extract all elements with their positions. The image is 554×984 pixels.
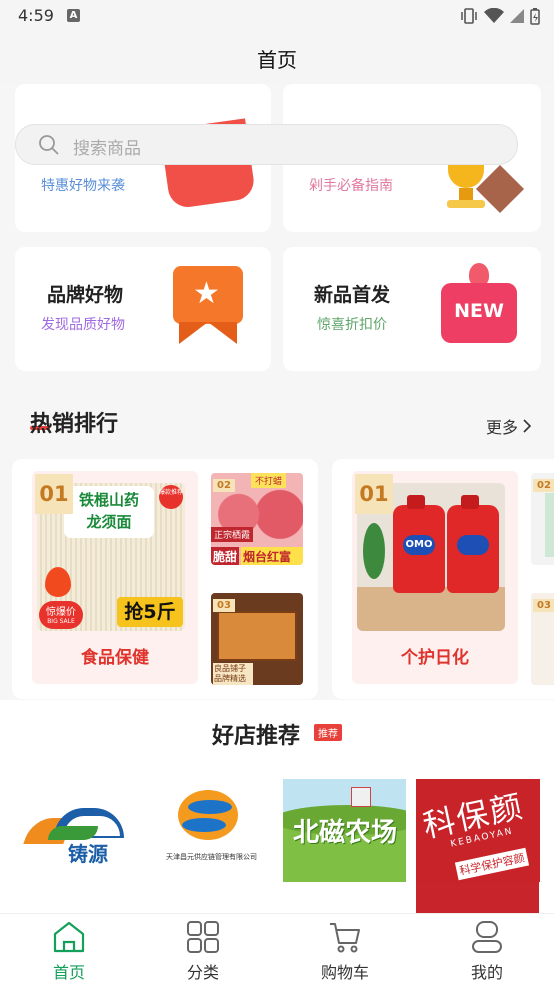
title-bar: 首页 [0,32,554,84]
search-icon [39,135,59,155]
promo-subtitle: 剁手必备指南 [309,178,393,194]
rank-item-apple[interactable]: 02 不打蜡 正宗栖霞 脆甜 烟台红富士 [211,473,303,565]
status-bar: 4:59 A [0,0,554,32]
changyuan-mark [178,790,238,840]
rank-item-3[interactable]: 03 [531,593,554,685]
signal-icon [510,9,524,23]
new-gift-icon: NEW [441,263,517,347]
rank-card-personal-care[interactable]: 01 OMO 个护日化 02 03 [332,459,554,699]
farm-house-icon [351,787,371,807]
rank-main-item[interactable]: 01 铁棍山药 龙须面 爆款推荐 惊爆价 BIG SALE 抢5斤 食品保健 [32,471,198,684]
rank-badge: 02 [213,479,235,492]
caption-b: 烟台红富士 [241,547,303,565]
more-label: 更多 [486,418,519,437]
shop-name: 北磁农场 [293,818,398,848]
promo-subtitle: 特惠好物来袭 [41,178,125,194]
caption-a: 脆甜 [211,547,240,565]
promo-badge: 惊爆价 BIG SALE [39,601,83,629]
hot-tag: 爆款推荐 [159,485,183,509]
shops-title: 好店推荐 [212,724,301,749]
rank-main-item[interactable]: 01 OMO 个护日化 [352,471,518,684]
rank-badge: 01 [35,474,73,514]
zhuyuan-mark [23,808,126,844]
bottom-tab-bar: 首页 分类 购物车 我的 [0,913,554,984]
rank-badge: 02 [533,479,554,492]
status-time: 4:59 [18,6,54,25]
shop-name: 铸源 [68,842,108,866]
notification-a-icon: A [67,9,80,22]
top-tag: 不打蜡 [251,473,287,488]
tab-label: 我的 [470,963,503,982]
rank-badge: 03 [533,599,554,612]
shop-logo-changyuan[interactable]: 天津昌元供应链管理有限公司 [150,780,273,883]
grid-icon [187,921,219,953]
rank-badge: 03 [213,599,235,612]
shops-tag: 推荐 [314,724,342,741]
snack-box-image [217,611,297,661]
tab-home[interactable]: 首页 [0,914,138,984]
shop-name: 天津昌元供应链管理有限公司 [166,853,257,861]
tab-label: 首页 [52,963,85,982]
battery-icon [530,7,540,25]
promo-subtitle: 惊喜折扣价 [317,317,387,333]
hot-section-title: 热销排行 [30,412,119,437]
cart-icon [330,923,360,953]
promo-title: 品牌好物 [47,284,124,306]
more-link[interactable]: 更多 [486,414,532,438]
promo-en: BIG SALE [47,618,75,625]
user-icon [472,921,502,953]
shop-logo-zhuyuan[interactable]: 铸源 [22,780,145,883]
promo-label: 惊爆价 [46,607,76,618]
promo-subtitle: 发现品质好物 [41,317,125,333]
promo-title: 新品首发 [314,284,391,306]
home-icon [53,921,85,953]
rank-category: 个护日化 [401,648,469,668]
rank-card-food[interactable]: 01 铁棍山药 龙须面 爆款推荐 惊爆价 BIG SALE 抢5斤 食品保健 0… [12,459,318,699]
shop-tile-beici[interactable]: 北磁农场 [283,779,406,882]
tab-me[interactable]: 我的 [418,914,554,984]
vibrate-icon [461,8,477,24]
rank-item-2[interactable]: 02 [531,473,554,565]
rank-badge: 01 [355,474,393,514]
bottom-tag: 良品铺子 品牌精选 [213,663,253,685]
product-name: 铁棍山药 龙须面 [78,491,139,531]
tab-cart[interactable]: 购物车 [276,914,414,984]
rank-item-snacks[interactable]: 03 良品铺子 品牌精选 [211,593,303,685]
search-input[interactable]: 搜索商品 [73,134,141,159]
tab-label: 分类 [186,963,219,982]
status-icons [460,7,540,25]
left-tag: 正宗栖霞 [211,527,254,542]
shop-slogan: 科学保护容颜 [454,847,530,881]
wifi-icon [484,8,504,23]
promo-card-new[interactable]: 新品首发 惊喜折扣价 NEW [283,247,541,371]
flame-icon [45,567,71,597]
star-badge-icon: ★ [173,266,243,346]
shop-tile-kebaoyan[interactable]: 科保颜 KEBAOYAN 科学保护容颜 [416,779,540,882]
tab-category[interactable]: 分类 [134,914,272,984]
tab-label: 购物车 [320,963,369,982]
promo-card-brand[interactable]: 品牌好物 发现品质好物 ★ [15,247,271,371]
brand-label: OMO [403,535,435,555]
qty-label: 抢5斤 [117,597,183,627]
chevron-right-icon [523,419,532,433]
search-box[interactable]: 搜索商品 [15,124,518,165]
page-title: 首页 [257,48,297,72]
brand-label-2 [457,535,489,555]
rank-category: 食品保健 [81,648,149,668]
